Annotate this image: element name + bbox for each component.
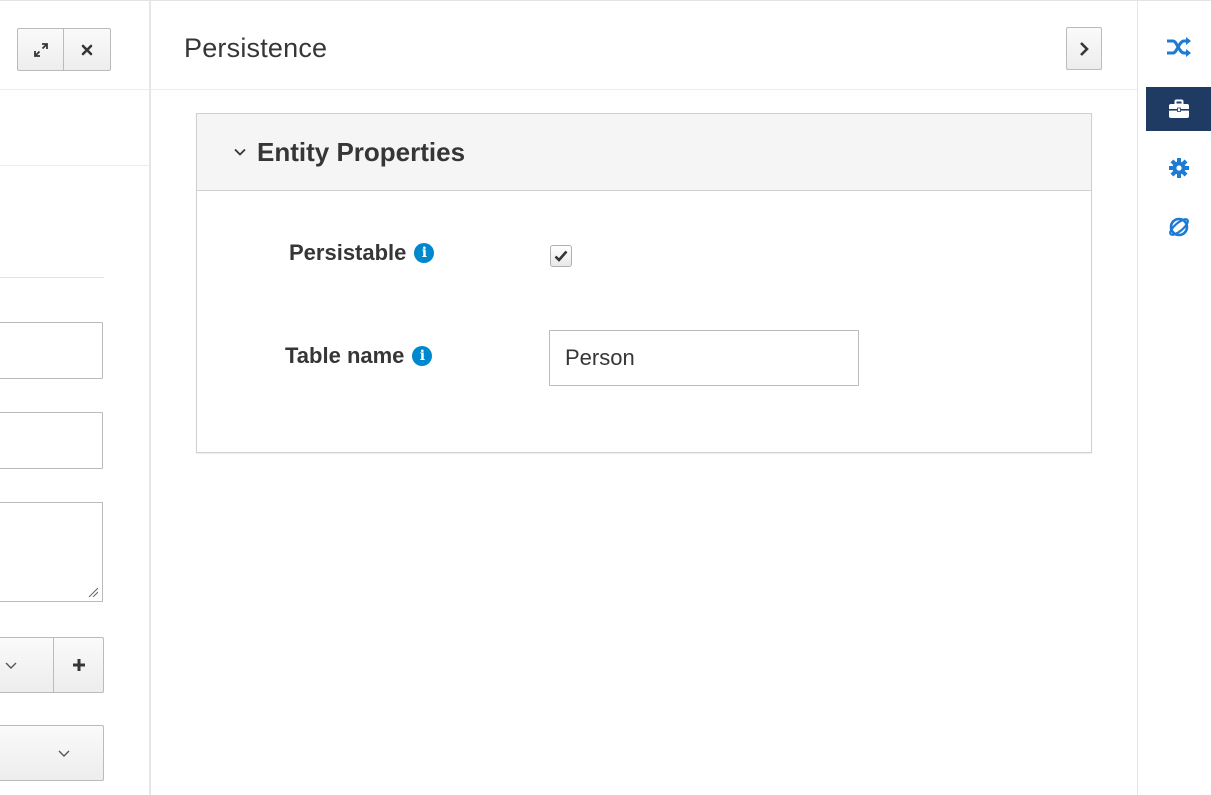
- left-divider: [0, 165, 149, 166]
- left-dropdown-toggle[interactable]: [0, 637, 54, 693]
- left-button-group: [0, 637, 104, 693]
- persistable-label: Persistable i: [289, 240, 435, 266]
- entity-properties-title: Entity Properties: [257, 136, 466, 167]
- add-button[interactable]: [54, 637, 104, 693]
- close-button[interactable]: [64, 28, 111, 71]
- plus-icon: [72, 659, 85, 671]
- rail-item-shuffle[interactable]: [1146, 25, 1211, 69]
- table-name-label: Table name i: [285, 343, 433, 369]
- editor-root: Persistence Entity Properties Persistabl…: [0, 0, 1211, 795]
- panel-title: Persistence: [184, 33, 328, 63]
- rail-item-settings[interactable]: [1146, 146, 1211, 190]
- gear-icon: [1168, 158, 1189, 178]
- planet-icon: [1168, 217, 1189, 237]
- persistable-checkbox[interactable]: [550, 245, 572, 267]
- left-divider: [0, 277, 104, 278]
- entity-properties-header[interactable]: Entity Properties: [197, 114, 1091, 191]
- briefcase-icon: [1168, 99, 1189, 118]
- expand-icon: [33, 42, 48, 57]
- left-select[interactable]: [0, 725, 104, 781]
- persistence-panel: Persistence Entity Properties Persistabl…: [151, 1, 1137, 795]
- shuffle-icon: [1166, 37, 1191, 57]
- panel-window-controls: [17, 28, 111, 71]
- left-text-field[interactable]: [0, 412, 103, 469]
- chevron-down-icon: [5, 662, 17, 669]
- maximize-button[interactable]: [17, 28, 64, 71]
- table-name-label-text: Table name: [285, 343, 405, 368]
- right-tool-rail: [1138, 1, 1211, 795]
- rail-item-planet[interactable]: [1146, 205, 1211, 249]
- chevron-down-icon: [233, 147, 247, 157]
- resize-grip-icon[interactable]: [88, 587, 98, 597]
- panel-header: Persistence: [151, 1, 1137, 90]
- chevron-down-icon: [58, 750, 70, 757]
- info-icon[interactable]: i: [414, 243, 435, 263]
- left-text-field[interactable]: [0, 322, 103, 379]
- checkmark-icon: [554, 250, 568, 262]
- left-textarea[interactable]: [0, 502, 103, 602]
- left-panel: [0, 1, 149, 795]
- close-icon: [81, 44, 93, 55]
- rail-item-briefcase[interactable]: [1146, 87, 1211, 131]
- table-name-input[interactable]: [549, 330, 859, 386]
- info-icon[interactable]: i: [412, 346, 433, 366]
- persistable-label-text: Persistable: [289, 240, 407, 265]
- left-header-divider: [0, 89, 149, 90]
- entity-properties-card: Entity Properties Persistable i Table na…: [196, 113, 1092, 453]
- chevron-right-icon: [1080, 41, 1089, 56]
- collapse-panel-button[interactable]: [1066, 27, 1102, 70]
